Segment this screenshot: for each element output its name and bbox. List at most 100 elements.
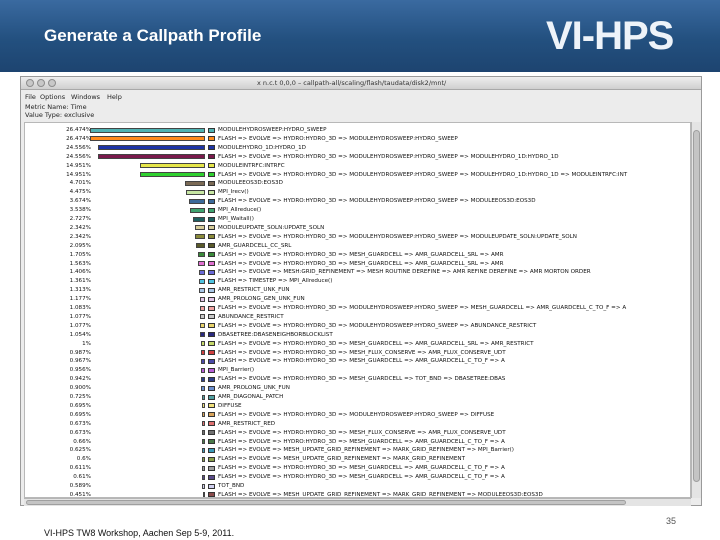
profile-bar[interactable]	[194, 234, 205, 240]
callpath-label[interactable]: MODULEEOS3D:EOS3D	[218, 180, 283, 186]
callpath-label[interactable]: MPI_Allreduce()	[218, 207, 261, 213]
profile-bar[interactable]	[98, 154, 205, 160]
profile-bar[interactable]	[140, 163, 205, 169]
profile-bar[interactable]	[202, 439, 205, 444]
profile-row[interactable]: 0.942% FLASH => EVOLVE => HYDRO:HYDRO_3D …	[25, 376, 690, 382]
menu-help[interactable]: Help	[107, 93, 122, 101]
profile-row[interactable]: 14.951% FLASH => EVOLVE => HYDRO:HYDRO_3D…	[25, 172, 690, 178]
callpath-label[interactable]: FLASH => EVOLVE => HYDRO:HYDRO_3D => MOD…	[218, 154, 559, 160]
callpath-profile-panel[interactable]: 26.474% MODULEHYDROSWEEP:HYDRO_SWEEP 26.47…	[24, 122, 691, 498]
callpath-label[interactable]: AMR_PROLONG_UNK_FUN	[218, 385, 290, 391]
callpath-label[interactable]: AMR_PROLONG_GEN_UNK_FUN	[218, 296, 305, 302]
profile-row[interactable]: 0.987% FLASH => EVOLVE => HYDRO:HYDRO_3D …	[25, 350, 690, 356]
horizontal-scrollbar[interactable]	[24, 498, 691, 506]
profile-bar[interactable]	[202, 474, 205, 480]
profile-row[interactable]: 0.725% AMR_DIAGONAL_PATCH	[25, 394, 690, 400]
profile-bar[interactable]	[203, 492, 205, 497]
menu-options[interactable]: Options	[40, 93, 65, 101]
callpath-label[interactable]: FLASH => EVOLVE => HYDRO:HYDRO_3D => MOD…	[218, 305, 626, 311]
profile-row[interactable]: 2.342% MODULEUPDATE_SOLN:UPDATE_SOLN	[25, 225, 690, 231]
profile-row[interactable]: 3.674% FLASH => EVOLVE => HYDRO:HYDRO_3D …	[25, 198, 690, 204]
profile-row[interactable]: 1.054% DBASETREE:DBASENEIGHBORBLOCKLIST	[25, 332, 690, 338]
vertical-scrollbar[interactable]	[691, 122, 701, 498]
profile-bar[interactable]	[201, 403, 205, 409]
profile-bar[interactable]	[202, 456, 205, 462]
profile-bar[interactable]	[90, 136, 205, 142]
profile-bar[interactable]	[199, 278, 205, 284]
profile-row[interactable]: 14.951% MODULEINTRFC:INTRFC	[25, 163, 690, 169]
profile-bar[interactable]	[201, 385, 205, 391]
callpath-label[interactable]: MPI_Irecv()	[218, 189, 249, 195]
profile-row[interactable]: 1.705% FLASH => EVOLVE => HYDRO:HYDRO_3D …	[25, 252, 690, 258]
profile-bar[interactable]	[200, 314, 205, 320]
profile-bar[interactable]	[202, 447, 205, 453]
callpath-label[interactable]: FLASH => EVOLVE => HYDRO:HYDRO_3D => MES…	[218, 252, 504, 258]
profile-bar[interactable]	[201, 394, 205, 400]
callpath-label[interactable]: FLASH => EVOLVE => HYDRO:HYDRO_3D => MES…	[218, 350, 506, 356]
callpath-label[interactable]: AMR_RESTRICT_UNK_FUN	[218, 287, 290, 293]
profile-row[interactable]: 0.900% AMR_PROLONG_UNK_FUN	[25, 385, 690, 391]
callpath-label[interactable]: FLASH => EVOLVE => HYDRO:HYDRO_3D => MES…	[218, 261, 504, 267]
profile-bar[interactable]	[189, 207, 205, 213]
callpath-label[interactable]: AMR_DIAGONAL_PATCH	[218, 394, 283, 400]
profile-bar[interactable]	[200, 341, 205, 347]
profile-row[interactable]: 2.342% FLASH => EVOLVE => HYDRO:HYDRO_3D …	[25, 234, 690, 240]
callpath-label[interactable]: FLASH => EVOLVE => HYDRO:HYDRO_3D => MOD…	[218, 412, 494, 418]
profile-bar[interactable]	[198, 261, 205, 266]
profile-bar[interactable]	[185, 189, 205, 195]
profile-row[interactable]: 1.077% FLASH => EVOLVE => HYDRO:HYDRO_3D …	[25, 323, 690, 329]
menu-file[interactable]: File	[25, 93, 36, 101]
profile-bar[interactable]	[202, 430, 205, 436]
callpath-label[interactable]: MODULEUPDATE_SOLN:UPDATE_SOLN	[218, 225, 324, 231]
callpath-label[interactable]: MODULEINTRFC:INTRFC	[218, 163, 285, 169]
profile-row[interactable]: 1.361% FLASH => TIMESTEP => MPI_Allreduce…	[25, 278, 690, 284]
callpath-label[interactable]: FLASH => EVOLVE => HYDRO:HYDRO_3D => MES…	[218, 358, 505, 364]
callpath-label[interactable]: FLASH => EVOLVE => HYDRO:HYDRO_3D => MOD…	[218, 234, 577, 240]
callpath-label[interactable]: MPI_Barrier()	[218, 367, 254, 373]
callpath-label[interactable]: DBASETREE:DBASENEIGHBORBLOCKLIST	[218, 332, 333, 338]
callpath-label[interactable]: FLASH => TIMESTEP => MPI_Allreduce()	[218, 278, 332, 284]
callpath-label[interactable]: FLASH => EVOLVE => HYDRO:HYDRO_3D => MES…	[218, 341, 534, 347]
callpath-label[interactable]: MPI_Waitall()	[218, 216, 254, 222]
maximize-window-button[interactable]	[48, 79, 56, 87]
minimize-window-button[interactable]	[37, 79, 45, 87]
profile-row[interactable]: 0.673% AMR_RESTRICT_RED	[25, 421, 690, 427]
profile-bar[interactable]	[200, 367, 205, 373]
horizontal-scroll-thumb[interactable]	[26, 500, 626, 505]
callpath-label[interactable]: FLASH => EVOLVE => HYDRO:HYDRO_3D => MES…	[218, 439, 505, 445]
callpath-label[interactable]: FLASH => EVOLVE => MESH_UPDATE_GRID_REFI…	[218, 456, 465, 462]
profile-bar[interactable]	[200, 323, 205, 329]
callpath-label[interactable]: DIFFUSE	[218, 403, 242, 409]
vertical-scroll-thumb[interactable]	[693, 130, 700, 482]
profile-row[interactable]: 1.177% AMR_PROLONG_GEN_UNK_FUN	[25, 296, 690, 302]
menu-windows[interactable]: Windows	[71, 93, 100, 101]
profile-row[interactable]: 0.6% FLASH => EVOLVE => MESH_UPDATE_GRID_…	[25, 456, 690, 462]
callpath-label[interactable]: FLASH => EVOLVE => MESH:GRID_REFINEMENT …	[218, 269, 591, 275]
callpath-label[interactable]: FLASH => EVOLVE => MESH_UPDATE_GRID_REFI…	[218, 447, 514, 453]
profile-bar[interactable]	[200, 358, 205, 364]
profile-row[interactable]: 26.474% MODULEHYDROSWEEP:HYDRO_SWEEP	[25, 127, 690, 133]
callpath-label[interactable]: MODULEHYDROSWEEP:HYDRO_SWEEP	[218, 127, 326, 133]
callpath-label[interactable]: FLASH => EVOLVE => HYDRO:HYDRO_3D => MES…	[218, 430, 506, 436]
profile-row[interactable]: 0.451% FLASH => EVOLVE => MESH_UPDATE_GRI…	[25, 492, 690, 497]
profile-row[interactable]: 0.61% FLASH => EVOLVE => HYDRO:HYDRO_3D =…	[25, 474, 690, 480]
callpath-label[interactable]: FLASH => EVOLVE => HYDRO:HYDRO_3D => MES…	[218, 376, 505, 382]
callpath-label[interactable]: ABUNDANCE_RESTRICT	[218, 314, 284, 320]
window-titlebar[interactable]: x n.c.t 0,0,0 – callpath-all/scaling/fla…	[21, 77, 701, 90]
profile-bar[interactable]	[193, 216, 205, 222]
callpath-label[interactable]: AMR_GUARDCELL_CC_SRL	[218, 243, 291, 249]
profile-bar[interactable]	[98, 145, 205, 151]
profile-row[interactable]: 1% FLASH => EVOLVE => HYDRO:HYDRO_3D => M…	[25, 341, 690, 347]
profile-row[interactable]: 1.083% FLASH => EVOLVE => HYDRO:HYDRO_3D …	[25, 305, 690, 311]
profile-row[interactable]: 0.956% MPI_Barrier()	[25, 367, 690, 373]
callpath-label[interactable]: FLASH => EVOLVE => HYDRO:HYDRO_3D => MOD…	[218, 323, 536, 329]
profile-bar[interactable]	[199, 287, 205, 293]
profile-bar[interactable]	[202, 465, 205, 471]
profile-row[interactable]: 0.611% FLASH => EVOLVE => HYDRO:HYDRO_3D …	[25, 465, 690, 471]
close-window-button[interactable]	[26, 79, 34, 87]
callpath-label[interactable]: FLASH => EVOLVE => HYDRO:HYDRO_3D => MOD…	[218, 198, 536, 204]
profile-bar[interactable]	[202, 421, 205, 427]
callpath-label[interactable]: MODULEHYDRO_1D:HYDRO_1D	[218, 145, 306, 151]
callpath-label[interactable]: FLASH => EVOLVE => HYDRO:HYDRO_3D => MES…	[218, 474, 505, 480]
profile-bar[interactable]	[199, 296, 205, 302]
